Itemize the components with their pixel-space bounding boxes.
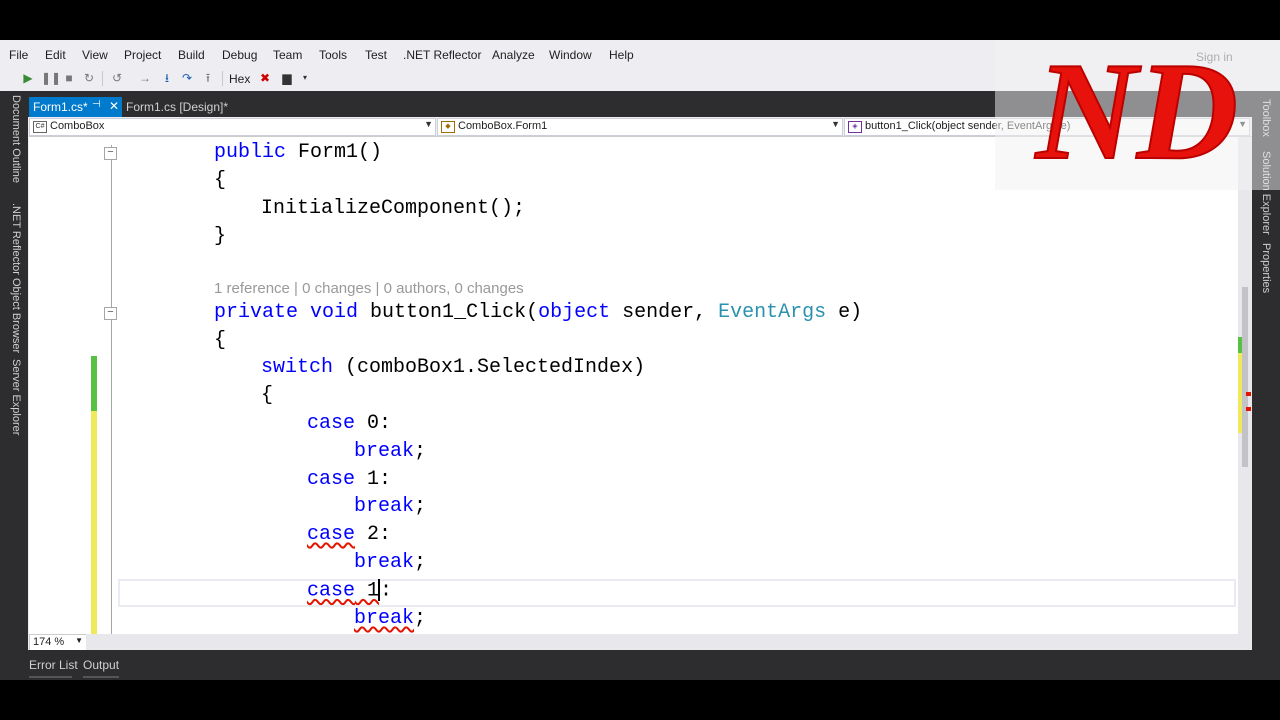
change-map-marker (1238, 337, 1242, 353)
left-tool-window-rail: Document Outline .NET Reflector Object B… (0, 91, 28, 691)
show-next-statement-icon[interactable]: ↺ (110, 71, 124, 85)
code-line: { (214, 169, 227, 192)
class-dropdown-value: ComboBox.Form1 (458, 120, 548, 132)
step-out-icon[interactable]: ⭱ (201, 71, 215, 85)
error-map-marker (1246, 392, 1251, 396)
chevron-down-icon: ▼ (75, 636, 83, 645)
code-line: break; (354, 607, 427, 630)
watermark-logo: ND (995, 33, 1280, 190)
output-tab[interactable]: Output (83, 658, 119, 672)
horizontal-scrollbar[interactable] (86, 634, 1238, 650)
current-line-highlight (118, 579, 1236, 607)
restart-icon[interactable]: ↻ (82, 71, 96, 85)
chevron-down-icon: ▼ (424, 119, 433, 129)
menu-test[interactable]: Test (365, 48, 387, 62)
code-line: switch (comboBox1.SelectedIndex) (261, 356, 646, 379)
code-line: { (214, 329, 227, 352)
tab-label: Form1.cs* (33, 100, 88, 114)
step-arrow-icon[interactable]: → (138, 71, 152, 85)
window-layout-icon[interactable]: ▆ (280, 71, 294, 85)
menu-tools[interactable]: Tools (319, 48, 347, 62)
code-line: case 1: (307, 579, 393, 603)
class-dropdown[interactable]: ◆ ComboBox.Form1 ▼ (437, 118, 843, 136)
error-map-marker (1246, 407, 1251, 411)
hex-display-toggle[interactable]: Hex (229, 72, 250, 86)
bottom-tool-tabs: Error List Output (0, 650, 1280, 680)
code-line: { (261, 384, 274, 407)
tab-form1-design[interactable]: Form1.cs [Design]* (126, 100, 228, 114)
csharp-project-icon: C# (33, 121, 47, 133)
watermark-text: ND (1034, 40, 1238, 189)
code-line: break; (354, 551, 427, 574)
code-line: case 1: (307, 468, 392, 491)
toolbar-separator (102, 71, 103, 86)
outline-guide (111, 145, 112, 665)
collapse-toggle[interactable]: − (104, 147, 117, 160)
tab-form1-cs[interactable]: Form1.cs* ⊣ ✕ (29, 97, 122, 117)
codelens-info[interactable]: 1 reference | 0 changes | 0 authors, 0 c… (214, 280, 524, 297)
project-dropdown[interactable]: C# ComboBox ▼ (29, 118, 436, 136)
menu-debug[interactable]: Debug (222, 48, 257, 62)
menu-net-reflector[interactable]: .NET Reflector (403, 48, 481, 62)
menu-file[interactable]: File (9, 48, 28, 62)
saved-change-marker (91, 356, 97, 411)
class-icon: ◆ (441, 121, 455, 133)
vertical-scrollbar[interactable] (1238, 137, 1252, 673)
menu-project[interactable]: Project (124, 48, 161, 62)
code-line: private void button1_Click(object sender… (214, 301, 863, 324)
pause-icon[interactable]: ❚❚ (41, 71, 61, 85)
menu-build[interactable]: Build (178, 48, 205, 62)
code-line: public Form1() (214, 141, 383, 164)
step-into-icon[interactable]: ⭳ (160, 71, 174, 85)
menu-help[interactable]: Help (609, 48, 634, 62)
code-line: break; (354, 440, 427, 463)
chevron-down-icon: ▼ (831, 119, 840, 129)
close-icon[interactable]: ✕ (109, 99, 119, 113)
code-line: case 0: (307, 412, 392, 435)
stop-icon[interactable]: ■ (62, 71, 76, 85)
exception-settings-icon[interactable]: ✖ (258, 71, 272, 85)
error-list-tab[interactable]: Error List (29, 658, 78, 672)
code-line: break; (354, 495, 427, 518)
tab-underline (29, 676, 72, 678)
zoom-level-value: 174 % (33, 636, 65, 648)
menu-window[interactable]: Window (549, 48, 592, 62)
step-over-icon[interactable]: ↷ (180, 71, 194, 85)
collapse-toggle[interactable]: − (104, 307, 117, 320)
scrollbar-thumb[interactable] (1242, 287, 1248, 467)
menu-team[interactable]: Team (273, 48, 302, 62)
code-line: } (214, 225, 227, 248)
method-icon: ◈ (848, 121, 862, 133)
continue-icon[interactable]: ▶ (21, 71, 35, 85)
code-line: InitializeComponent(); (261, 197, 526, 220)
menu-edit[interactable]: Edit (45, 48, 66, 62)
toolbar-separator (222, 71, 223, 86)
menu-view[interactable]: View (82, 48, 108, 62)
code-editor[interactable]: − − public Form1() { InitializeComponent… (29, 137, 1238, 673)
watermark-logo-graphic: ND (995, 33, 1280, 190)
tab-underline (83, 676, 119, 678)
project-dropdown-value: ComboBox (50, 120, 105, 132)
video-letterbox-top (0, 0, 1280, 40)
reflector-object-browser-tab[interactable]: .NET Reflector Object Browser (10, 203, 22, 353)
video-letterbox-bottom (0, 680, 1280, 720)
document-outline-tab[interactable]: Document Outline (10, 95, 22, 183)
menu-analyze[interactable]: Analyze (492, 48, 535, 62)
server-explorer-tab[interactable]: Server Explorer (10, 359, 22, 435)
code-line: case 2: (307, 523, 392, 546)
properties-tab[interactable]: Properties (1260, 243, 1272, 293)
visual-studio-window: File Edit View Project Build Debug Team … (0, 33, 1280, 720)
pin-icon[interactable]: ⊣ (92, 99, 101, 110)
dropdown-arrow-icon[interactable]: ▾ (298, 71, 312, 85)
change-map-marker (1238, 353, 1242, 433)
